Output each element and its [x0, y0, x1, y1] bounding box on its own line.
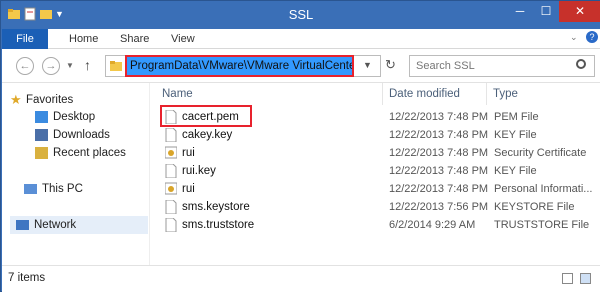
details-view-icon[interactable]: [562, 273, 573, 284]
star-icon: ★: [10, 92, 22, 107]
tab-view[interactable]: View: [171, 29, 195, 49]
tab-file[interactable]: File: [2, 29, 48, 49]
back-button[interactable]: ←: [16, 57, 34, 75]
ribbon-tabs: File Home Share View ⌄ ?: [2, 29, 600, 49]
column-header-date[interactable]: Date modified: [383, 83, 487, 105]
file-date: 6/2/2014 9:29 AM: [389, 219, 476, 231]
navigation-pane: ★ Favorites Desktop Downloads Recent pla…: [2, 83, 149, 265]
computer-icon: [24, 184, 37, 194]
nav-desktop-label: Desktop: [53, 111, 96, 123]
file-name: rui.key: [182, 165, 216, 177]
up-button[interactable]: ↑: [84, 57, 91, 73]
file-type: Security Certificate: [494, 147, 587, 159]
nav-downloads-label: Downloads: [53, 129, 110, 141]
address-dropdown-icon[interactable]: ▼: [363, 60, 372, 70]
document-icon: [165, 163, 177, 179]
certificate-icon: [164, 146, 178, 160]
file-type: TRUSTSTORE File: [494, 219, 590, 231]
minimize-button[interactable]: ─: [507, 1, 533, 22]
file-date: 12/22/2013 7:48 PM: [389, 147, 489, 159]
file-date: 12/22/2013 7:48 PM: [389, 111, 489, 123]
folder-icon: [109, 59, 123, 76]
address-path[interactable]: ProgramData\VMware\VMware VirtualCenter\…: [125, 55, 354, 77]
nav-network-label: Network: [34, 219, 77, 231]
file-name: cakey.key: [182, 129, 233, 141]
file-date: 12/22/2013 7:48 PM: [389, 129, 489, 141]
nav-recent-places-label: Recent places: [53, 147, 126, 159]
help-icon[interactable]: ?: [586, 31, 598, 43]
nav-this-pc-label: This PC: [42, 183, 83, 195]
status-bar: 7 items: [2, 265, 600, 292]
file-date: 12/22/2013 7:48 PM: [389, 183, 489, 195]
file-name: rui: [182, 183, 195, 195]
file-row[interactable]: rui.key 12/22/2013 7:48 PM KEY File: [150, 162, 600, 180]
recent-places-icon: [35, 147, 48, 159]
file-type: KEYSTORE File: [494, 201, 575, 213]
explorer-window: ▼ SSL ─ ☐ ✕ File Home Share View ⌄ ? ← →…: [0, 0, 600, 292]
document-icon: [165, 199, 177, 215]
forward-button[interactable]: →: [42, 57, 60, 75]
file-name: sms.truststore: [182, 219, 255, 231]
recent-locations-icon[interactable]: ▼: [66, 61, 74, 70]
nav-favorites-label: Favorites: [26, 94, 74, 106]
desktop-icon: [35, 111, 48, 123]
file-row[interactable]: sms.truststore 6/2/2014 9:29 AM TRUSTSTORE…: [150, 216, 600, 234]
status-item-count: 7 items: [8, 272, 46, 284]
file-row[interactable]: rui 12/22/2013 7:48 PM Security Certificat…: [150, 144, 600, 162]
file-type: KEY File: [494, 165, 537, 177]
highlight-box: [160, 105, 252, 127]
refresh-icon[interactable]: ↻: [385, 57, 396, 73]
certificate-icon: [164, 182, 178, 196]
close-button[interactable]: ✕: [559, 1, 600, 22]
network-icon: [16, 220, 29, 230]
tab-home[interactable]: Home: [69, 29, 98, 49]
document-icon: [165, 217, 177, 233]
file-row[interactable]: cakey.key 12/22/2013 7:48 PM KEY File: [150, 126, 600, 144]
address-bar[interactable]: ProgramData\VMware\VMware VirtualCenter\…: [105, 55, 381, 77]
search-icon: [576, 59, 586, 69]
file-type: Personal Informati...: [494, 183, 593, 195]
file-name: sms.keystore: [182, 201, 250, 213]
column-header-type[interactable]: Type: [487, 83, 600, 105]
search-input[interactable]: Search SSL: [409, 55, 595, 77]
file-list: Name Date modified Type cacert.pem 12/22/…: [149, 83, 600, 265]
downloads-icon: [35, 129, 48, 141]
document-icon: [165, 127, 177, 143]
expand-ribbon-icon[interactable]: ⌄: [570, 32, 578, 43]
file-row[interactable]: rui 12/22/2013 7:48 PM Personal Informati.…: [150, 180, 600, 198]
file-date: 12/22/2013 7:56 PM: [389, 201, 489, 213]
file-row[interactable]: sms.keystore 12/22/2013 7:56 PM KEYSTORE F…: [150, 198, 600, 216]
title-bar: ▼ SSL ─ ☐ ✕: [1, 1, 600, 29]
maximize-button[interactable]: ☐: [533, 1, 559, 22]
large-icons-view-icon[interactable]: [580, 273, 591, 284]
file-type: KEY File: [494, 129, 537, 141]
tab-share[interactable]: Share: [120, 29, 149, 49]
nav-network[interactable]: Network: [10, 216, 148, 234]
file-type: PEM File: [494, 111, 539, 123]
address-row: ← → ▼ ↑ ProgramData\VMware\VMware Virtua…: [2, 49, 600, 83]
file-date: 12/22/2013 7:48 PM: [389, 165, 489, 177]
file-name: rui: [182, 147, 195, 159]
column-header-name[interactable]: Name: [156, 83, 383, 105]
